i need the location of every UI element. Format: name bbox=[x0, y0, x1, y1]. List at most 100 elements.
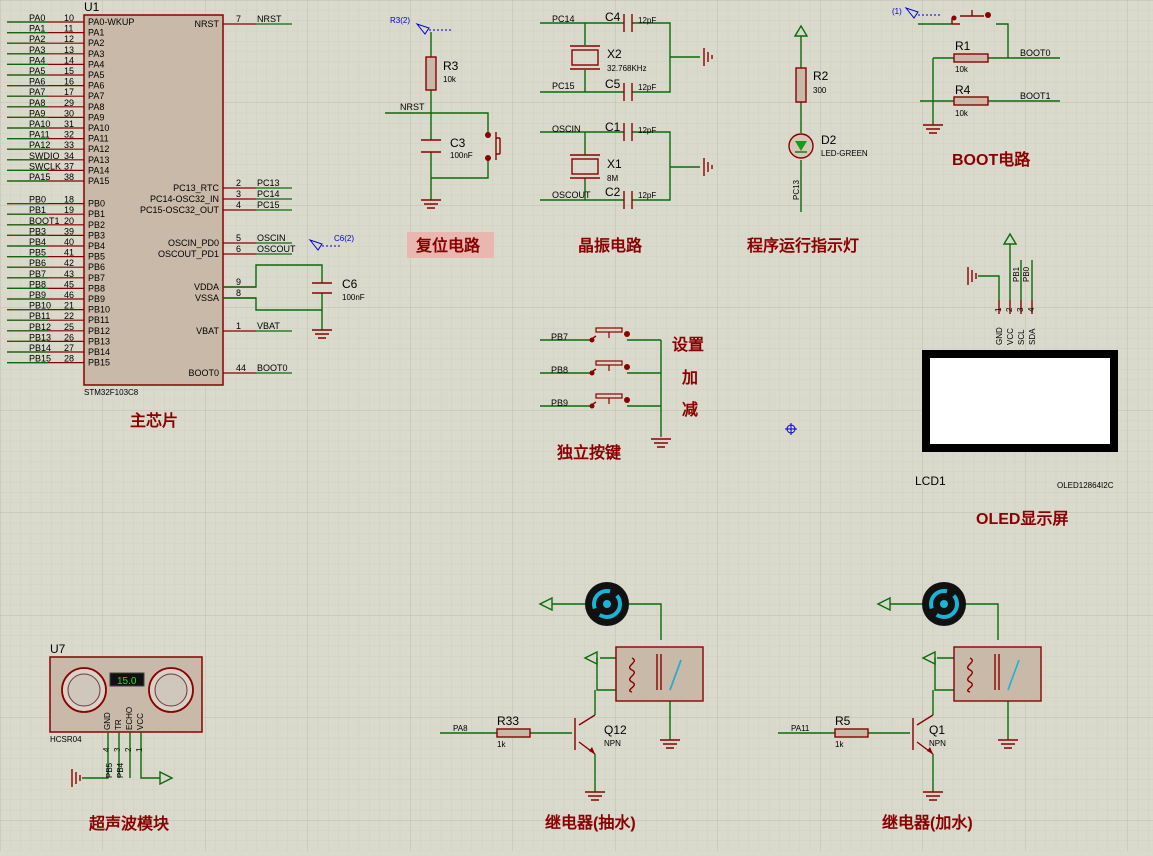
d2-value: LED-GREEN bbox=[821, 149, 868, 158]
mcu-pin-number: 39 bbox=[64, 226, 74, 236]
ultrasonic-pin-name: VCC bbox=[136, 713, 145, 730]
oled-pin-name: VCC bbox=[1006, 328, 1015, 345]
crystal-net-pc15: PC15 bbox=[552, 81, 575, 91]
boot-net-boot0: BOOT0 bbox=[1020, 48, 1051, 58]
mcu-pin-number: 1 bbox=[236, 321, 241, 331]
mcu-part-name: STM32F103C8 bbox=[84, 388, 139, 397]
c5-value: 12pF bbox=[638, 83, 656, 92]
mcu-pin-net: PA5 bbox=[29, 66, 45, 76]
mcu-pin-name: PA0-WKUP bbox=[88, 17, 134, 27]
relay-body bbox=[953, 646, 1042, 702]
r2-resistor bbox=[795, 67, 807, 103]
mcu-pin-net: PB13 bbox=[29, 332, 51, 342]
crystal-net-oscin: OSCIN bbox=[552, 124, 581, 134]
schematic-svg: U1 PA0 10 PA0-WKUPPA1 11 PA1PA2 12 PA2PA3 13 PA3… bbox=[0, 0, 1153, 851]
ultrasonic-pin-name: ECHO bbox=[125, 707, 134, 730]
key-terminal bbox=[624, 331, 630, 337]
mcu-pin-net: SWCLK bbox=[29, 161, 61, 171]
r5-value: 1k bbox=[835, 740, 844, 749]
mcu-pin-number: 15 bbox=[64, 66, 74, 76]
r5-resistor bbox=[834, 728, 869, 738]
mcu-pin-net: PA10 bbox=[29, 119, 50, 129]
oled-pin-number: 3 bbox=[1016, 307, 1025, 312]
mcu-pin-net: PA9 bbox=[29, 108, 45, 118]
motor-shaft bbox=[940, 600, 948, 608]
mcu-pin-number: 6 bbox=[236, 244, 241, 254]
ultrasonic-title: 超声波模块 bbox=[88, 814, 170, 833]
button-terminal bbox=[485, 155, 491, 161]
mcu-pin-name: PB5 bbox=[88, 252, 105, 262]
c6-probe-label: C6(2) bbox=[334, 234, 354, 243]
x1-value: 8M bbox=[607, 174, 618, 183]
mcu-pin-number: 45 bbox=[64, 279, 74, 289]
reset-net-label: NRST bbox=[400, 102, 425, 112]
mcu-pin-number: 28 bbox=[64, 354, 74, 364]
r1-resistor bbox=[953, 53, 989, 63]
mcu-pin-number: 10 bbox=[64, 13, 74, 23]
mcu-pin-name: PB12 bbox=[88, 326, 110, 336]
ultrasonic-pin-number: 1 bbox=[135, 747, 144, 752]
mcu-pin-name: PA12 bbox=[88, 144, 109, 154]
key-label-minus: 减 bbox=[682, 400, 698, 419]
ultrasonic-pin-number: 3 bbox=[113, 747, 122, 752]
mcu-pin-name: PA11 bbox=[88, 134, 109, 144]
c3-name: C3 bbox=[450, 136, 466, 150]
x2-name: X2 bbox=[607, 47, 622, 61]
mcu-pin-name: PA10 bbox=[88, 123, 109, 133]
r2-name: R2 bbox=[813, 69, 829, 83]
mcu-pin-net: PA0 bbox=[29, 13, 45, 23]
ultrasonic-display-value: 15.0 bbox=[117, 676, 137, 687]
reset-title: 复位电路 bbox=[415, 236, 481, 255]
mcu-pin-number: 44 bbox=[236, 363, 246, 373]
transducer-mesh bbox=[154, 673, 188, 707]
mcu-pin-name: PA4 bbox=[88, 59, 104, 69]
mcu-pin-number: 26 bbox=[64, 332, 74, 342]
r33-name: R33 bbox=[497, 714, 519, 728]
mcu-pin-net: NRST bbox=[257, 14, 282, 24]
mcu-pin-number: 9 bbox=[236, 277, 241, 287]
mcu-pin-net: PB5 bbox=[29, 248, 46, 258]
mcu-pin-name: PA6 bbox=[88, 81, 104, 91]
mcu-pin-number: 46 bbox=[64, 290, 74, 300]
crystal-net-pc14: PC14 bbox=[552, 14, 575, 24]
mcu-pin-name: PA3 bbox=[88, 49, 104, 59]
c5-name: C5 bbox=[605, 77, 621, 91]
mcu-pin-net: PB1 bbox=[29, 205, 46, 215]
mcu-pin-name: PA14 bbox=[88, 165, 109, 175]
mcu-pin-net: PC13 bbox=[257, 178, 280, 188]
ultrasonic-pin-number: 4 bbox=[102, 747, 111, 752]
q1-name: Q1 bbox=[929, 723, 945, 737]
mcu-pin-name: PC14-OSC32_IN bbox=[150, 194, 219, 204]
oled-pin-name: SDA bbox=[1028, 328, 1037, 345]
c4-value: 12pF bbox=[638, 16, 656, 25]
mcu-pin-name: PA8 bbox=[88, 102, 104, 112]
key-terminal bbox=[624, 364, 630, 370]
key-net-pb9: PB9 bbox=[551, 398, 568, 408]
mcu-pin-name: PB7 bbox=[88, 273, 105, 283]
key-terminal bbox=[624, 397, 630, 403]
schematic-canvas[interactable]: U1 PA0 10 PA0-WKUP PA1 11 PA1 PA2 12 PA2 PA3 13 PA3… bbox=[0, 0, 1153, 851]
mcu-pin-net: PB0 bbox=[29, 195, 46, 205]
button-terminal bbox=[485, 132, 491, 138]
c1-name: C1 bbox=[605, 120, 621, 134]
keys-title: 独立按键 bbox=[557, 443, 621, 462]
key-terminal bbox=[589, 337, 595, 343]
ultrasonic-designator: U7 bbox=[50, 642, 66, 656]
mcu-pin-number: 38 bbox=[64, 172, 74, 182]
mcu-pin-number: 41 bbox=[64, 248, 74, 258]
pump-title: 继电器(抽水) bbox=[545, 813, 636, 832]
mcu-pin-net: PB11 bbox=[29, 311, 50, 321]
mcu-pin-name: PA15 bbox=[88, 176, 109, 186]
oled-pin-name: SCL bbox=[1017, 329, 1026, 345]
r4-value: 10k bbox=[955, 109, 969, 118]
mcu-pin-number: 19 bbox=[64, 205, 74, 215]
mcu-pin-name: PA5 bbox=[88, 70, 104, 80]
mcu-pin-name: PC13_RTC bbox=[173, 183, 219, 193]
mcu-pin-name: PB9 bbox=[88, 294, 105, 304]
mcu-pin-number: 40 bbox=[64, 237, 74, 247]
mcu-pin-name: PB14 bbox=[88, 347, 110, 357]
mcu-pin-number: 42 bbox=[64, 258, 74, 268]
r1-value: 10k bbox=[955, 65, 969, 74]
q12-name: Q12 bbox=[604, 723, 627, 737]
boot-net-boot1: BOOT1 bbox=[1020, 91, 1051, 101]
